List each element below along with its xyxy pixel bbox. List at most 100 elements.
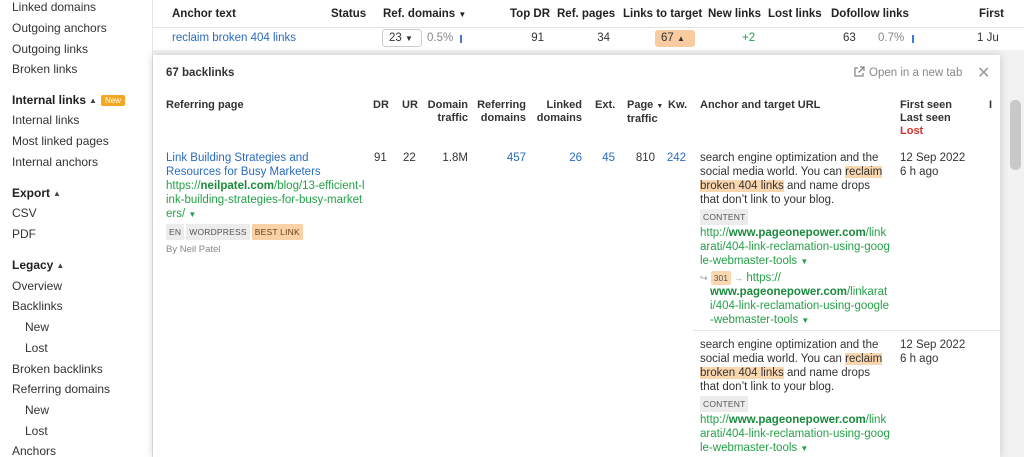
kw-value[interactable]: 242 bbox=[661, 151, 686, 165]
col-referring-page[interactable]: Referring page bbox=[166, 99, 244, 112]
col-dofollow-links[interactable]: Dofollow links bbox=[831, 8, 909, 20]
col-linked-domains[interactable]: Linked domains bbox=[533, 99, 582, 125]
url-part: http:// bbox=[700, 227, 729, 239]
url-part: ers/ bbox=[166, 208, 186, 220]
col-domain-traffic[interactable]: Domain traffic bbox=[423, 99, 468, 125]
sidebar-item-backlinks[interactable]: Backlinks bbox=[12, 299, 63, 313]
url-part: arati/404-link-reclamation-using-goog bbox=[700, 428, 890, 440]
ref-pages-value: 34 bbox=[597, 32, 610, 44]
col-dr[interactable]: DR bbox=[373, 99, 389, 112]
anchor-block: search engine optimization and the social… bbox=[700, 338, 892, 456]
redirect-url-prefix[interactable]: https:// bbox=[746, 272, 781, 284]
referring-page-title[interactable]: Link Building Strategies and Resources fo… bbox=[166, 151, 366, 179]
new-links-value[interactable]: +2 bbox=[742, 32, 755, 44]
sidebar-item-anchors[interactable]: Anchors bbox=[12, 444, 56, 457]
url-part: arati/404-link-reclamation-using-goog bbox=[700, 241, 890, 253]
sort-desc-icon: ▼ bbox=[458, 10, 467, 19]
open-new-tab-link[interactable]: Open in a new tab bbox=[853, 66, 962, 79]
col-label: Ref. domains bbox=[383, 8, 456, 20]
arrow-right-icon: → bbox=[734, 273, 744, 283]
sidebar-section-internal-links[interactable]: Internal links ▲ New bbox=[12, 93, 125, 107]
col-first-seen[interactable]: First bbox=[979, 8, 1004, 20]
anchor-context: search engine optimization and the social… bbox=[700, 151, 892, 207]
mini-bar-icon bbox=[460, 34, 462, 46]
scrollbar[interactable] bbox=[1010, 100, 1021, 170]
sidebar-section-export[interactable]: Export ▲ bbox=[12, 186, 61, 200]
col-ur[interactable]: UR bbox=[402, 99, 418, 112]
col-referring-domains[interactable]: Referring domains bbox=[473, 99, 526, 125]
sidebar-item-internal-links[interactable]: Internal links bbox=[12, 113, 79, 127]
sidebar-item-broken-links[interactable]: Broken links bbox=[12, 62, 77, 76]
linked-domains-value[interactable]: 26 bbox=[533, 151, 582, 165]
links-to-target-toggle[interactable]: 67 ▲ bbox=[655, 30, 695, 47]
col-more[interactable]: I bbox=[989, 99, 993, 112]
chevron-down-icon[interactable]: ▼ bbox=[801, 316, 809, 325]
col-lost-links[interactable]: Lost links bbox=[768, 8, 822, 20]
url-part: ink-building-strategies-for-busy-market bbox=[166, 194, 363, 206]
col-label-line: Last seen bbox=[900, 112, 951, 124]
col-kw[interactable]: Kw. bbox=[668, 99, 687, 112]
col-anchor-text[interactable]: Anchor text bbox=[172, 8, 236, 20]
target-url[interactable]: http://www.pageonepower.com/link arati/40… bbox=[700, 226, 892, 269]
tag-row: EN WORDPRESS BEST LINK bbox=[166, 224, 366, 240]
referring-domains-value[interactable]: 457 bbox=[473, 151, 526, 165]
sidebar-item-broken-backlinks[interactable]: Broken backlinks bbox=[12, 362, 103, 376]
col-top-dr[interactable]: Top DR bbox=[510, 8, 550, 20]
context-line: search engine optimization and the bbox=[700, 339, 879, 351]
anchor-highlight: reclaim bbox=[845, 166, 883, 178]
target-url[interactable]: http://www.pageonepower.com/link arati/40… bbox=[700, 413, 892, 456]
backlinks-modal: 67 backlinks Open in a new tab ✕ Referri… bbox=[153, 55, 1000, 457]
url-part: i/404-link-reclamation-using-google bbox=[710, 300, 889, 312]
col-status[interactable]: Status bbox=[331, 8, 366, 20]
external-link-icon bbox=[854, 66, 865, 77]
first-seen-value: 12 Sep 2022 bbox=[900, 339, 966, 351]
chevron-down-icon[interactable]: ▼ bbox=[800, 257, 808, 266]
sidebar-item-refdomains-lost[interactable]: Lost bbox=[25, 424, 48, 438]
lost-label: Lost bbox=[900, 125, 924, 137]
sidebar-item-overview[interactable]: Overview bbox=[12, 279, 62, 293]
sidebar-item-linked-domains[interactable]: Linked domains bbox=[12, 0, 96, 14]
title-line: Resources for Busy Marketers bbox=[166, 166, 321, 178]
anchor-highlight: broken 404 links bbox=[700, 367, 784, 379]
sidebar-item-outgoing-anchors[interactable]: Outgoing anchors bbox=[12, 21, 107, 35]
col-ext[interactable]: Ext. bbox=[595, 99, 615, 112]
sidebar-item-backlinks-lost[interactable]: Lost bbox=[25, 341, 48, 355]
anchor-link[interactable]: reclaim broken 404 links bbox=[172, 32, 296, 44]
close-icon[interactable]: ✕ bbox=[977, 63, 990, 83]
url-part: -webmaster-tools bbox=[710, 314, 799, 326]
chevron-down-icon[interactable]: ▼ bbox=[800, 444, 808, 453]
sidebar-item-internal-anchors[interactable]: Internal anchors bbox=[12, 155, 98, 169]
url-domain: neilpatel.com bbox=[200, 180, 275, 192]
url-domain: www.pageonepower.com bbox=[728, 414, 866, 426]
anchor-highlight: reclaim bbox=[845, 353, 883, 365]
sidebar-item-referring-domains[interactable]: Referring domains bbox=[12, 382, 110, 396]
table-row: reclaim broken 404 links 23 ▼ 0.5% 91 34… bbox=[153, 28, 1024, 50]
col-page-traffic[interactable]: Page ▼ traffic bbox=[627, 99, 663, 126]
redirect-chain: ↪ 301 → https:// bbox=[700, 271, 892, 285]
referring-page-url[interactable]: https://neilpatel.com/blog/13-efficient-… bbox=[166, 179, 366, 222]
chevron-down-icon[interactable]: ▼ bbox=[188, 210, 196, 219]
col-label-line: traffic bbox=[437, 112, 468, 124]
context-line: that don’t link to your blog. bbox=[700, 381, 835, 393]
col-new-links[interactable]: New links bbox=[708, 8, 761, 20]
col-anchor-target-url[interactable]: Anchor and target URL bbox=[700, 99, 820, 112]
sidebar-item-refdomains-new[interactable]: New bbox=[25, 403, 49, 417]
sidebar-item-most-linked-pages[interactable]: Most linked pages bbox=[12, 134, 109, 148]
sidebar-section-legacy[interactable]: Legacy ▲ bbox=[12, 258, 64, 272]
sidebar-item-pdf[interactable]: PDF bbox=[12, 227, 36, 241]
redirect-url[interactable]: www.pageonepower.com/linkarat i/404-link-… bbox=[700, 285, 892, 328]
context-line: that don’t link to your blog. bbox=[700, 194, 835, 206]
url-part: /linkarat bbox=[846, 286, 888, 298]
col-ref-pages[interactable]: Ref. pages bbox=[557, 8, 615, 20]
col-links-to-target[interactable]: Links to target bbox=[623, 8, 702, 20]
ref-domains-dropdown[interactable]: 23 ▼ bbox=[382, 29, 422, 47]
col-first-last-seen[interactable]: First seen Last seen Lost bbox=[900, 99, 952, 138]
col-label-line: Referring bbox=[477, 99, 526, 111]
sidebar-item-csv[interactable]: CSV bbox=[12, 206, 37, 220]
sidebar-item-backlinks-new[interactable]: New bbox=[25, 320, 49, 334]
sidebar-item-outgoing-links[interactable]: Outgoing links bbox=[12, 42, 88, 56]
url-part: le-webmaster-tools bbox=[700, 442, 798, 454]
ext-value[interactable]: 45 bbox=[593, 151, 615, 165]
domain-traffic-value: 1.8M bbox=[442, 152, 468, 164]
col-ref-domains[interactable]: Ref. domains ▼ bbox=[383, 8, 466, 20]
